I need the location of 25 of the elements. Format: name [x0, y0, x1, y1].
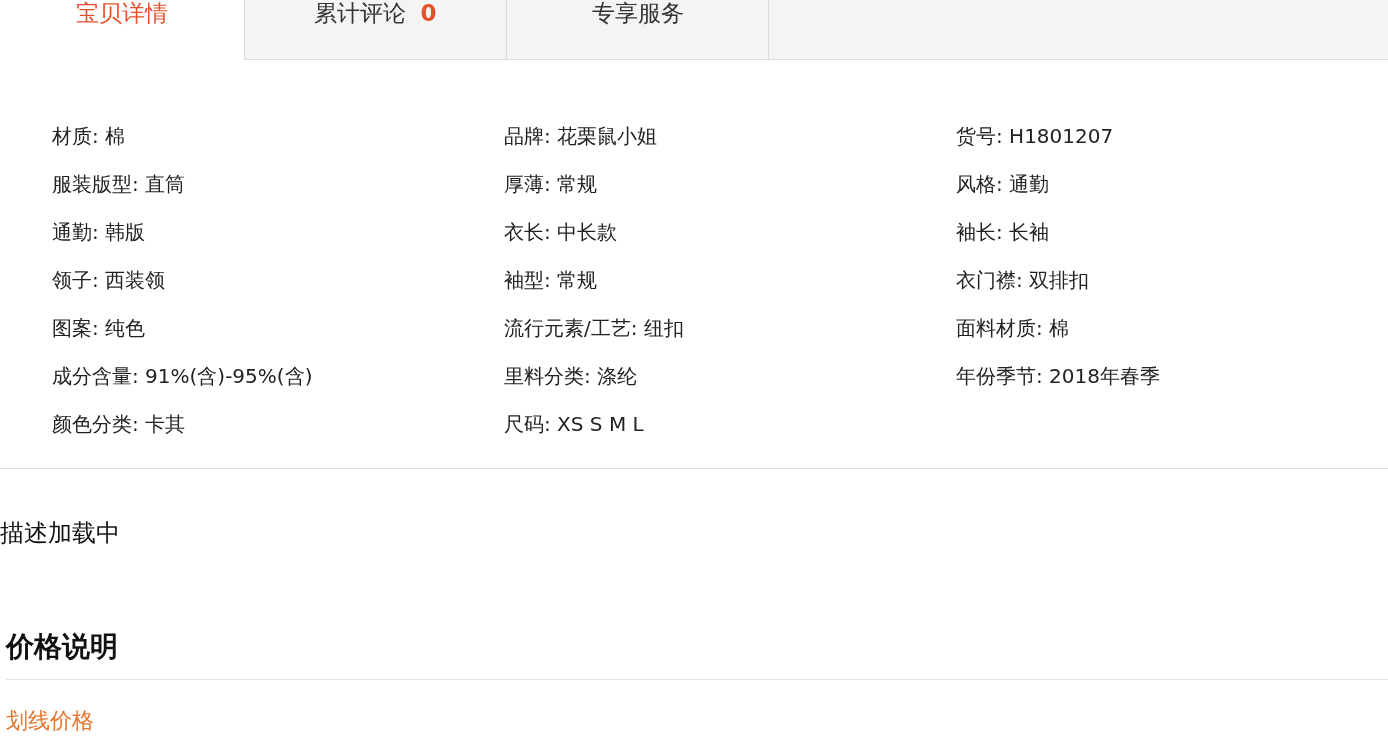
attribute-text: 面料材质: 棉 [956, 315, 1071, 342]
attribute-text: 厚薄: 常规 [504, 171, 599, 198]
attribute-text: 里料分类: 涤纶 [504, 363, 639, 390]
attribute-text: 年份季节: 2018年春季 [956, 363, 1161, 390]
attribute-text: 图案: 纯色 [52, 315, 147, 342]
attribute-text: 衣门襟: 双排扣 [956, 267, 1091, 294]
attribute-text: 领子: 西装领 [52, 267, 167, 294]
attribute-text: 袖长: 长袖 [956, 219, 1051, 246]
tab[interactable]: 累计评论 0 [245, 0, 507, 60]
attribute-text: 风格: 通勤 [956, 171, 1051, 198]
attribute-text: 衣长: 中长款 [504, 219, 619, 246]
section-heading: 价格说明 [6, 629, 119, 665]
attribute-text: 袖型: 常规 [504, 267, 599, 294]
attribute-text: 流行元素/工艺: 纽扣 [504, 315, 685, 342]
attribute-text: 服装版型: 直筒 [52, 171, 187, 198]
section-subheading: 划线价格 [6, 707, 95, 735]
attribute-text: 货号: H1801207 [956, 123, 1115, 150]
attribute-text: 颜色分类: 卡其 [52, 411, 187, 438]
attribute-text: 通勤: 韩版 [52, 219, 147, 246]
attribute-text: 成分含量: 91%(含)-95%(含) [52, 363, 314, 390]
attribute-text: 材质: 棉 [52, 123, 127, 150]
attribute-text: 品牌: 花栗鼠小姐 [504, 123, 659, 150]
attribute-text: 尺码: XS S M L [504, 411, 645, 438]
loading-text: 描述加载中 [0, 518, 121, 549]
tab[interactable]: 专享服务 [507, 0, 769, 60]
